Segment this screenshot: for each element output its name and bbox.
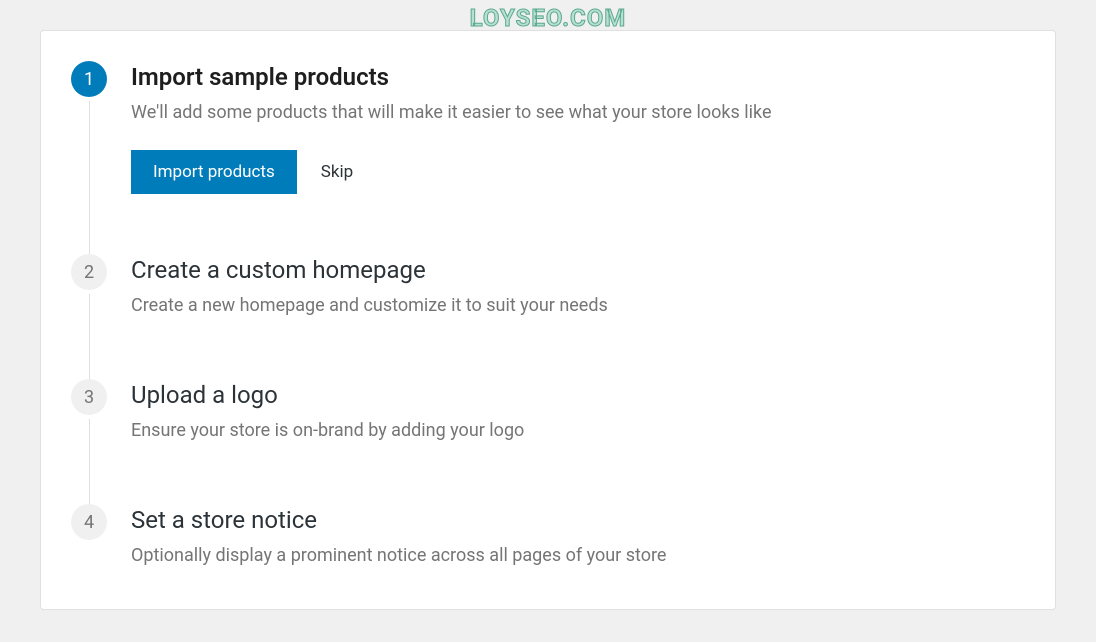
step-description: We'll add some products that will make i… xyxy=(131,99,1025,126)
step-description: Create a new homepage and customize it t… xyxy=(131,292,1025,319)
setup-card: 1 Import sample products We'll add some … xyxy=(40,30,1056,610)
step-number-badge: 1 xyxy=(71,61,107,97)
step-title: Create a custom homepage xyxy=(131,256,1025,284)
step-description: Ensure your store is on-brand by adding … xyxy=(131,417,1025,444)
step-import-products: 1 Import sample products We'll add some … xyxy=(71,61,1025,254)
step-number-badge: 2 xyxy=(71,254,107,290)
step-store-notice: 4 Set a store notice Optionally display … xyxy=(71,504,1025,569)
step-description: Optionally display a prominent notice ac… xyxy=(131,542,1025,569)
step-actions: Import products Skip xyxy=(131,150,1025,194)
step-number-badge: 3 xyxy=(71,379,107,415)
step-content: Import sample products We'll add some pr… xyxy=(131,61,1025,194)
watermark-text: LOYSEO.COM xyxy=(470,4,627,32)
step-upload-logo: 3 Upload a logo Ensure your store is on-… xyxy=(71,379,1025,504)
step-content: Set a store notice Optionally display a … xyxy=(131,504,1025,569)
step-title: Import sample products xyxy=(131,63,1025,91)
skip-button[interactable]: Skip xyxy=(321,162,353,182)
steps-list: 1 Import sample products We'll add some … xyxy=(71,61,1025,569)
step-title: Upload a logo xyxy=(131,381,1025,409)
step-create-homepage: 2 Create a custom homepage Create a new … xyxy=(71,254,1025,379)
step-content: Create a custom homepage Create a new ho… xyxy=(131,254,1025,319)
step-title: Set a store notice xyxy=(131,506,1025,534)
step-number-badge: 4 xyxy=(71,504,107,540)
step-content: Upload a logo Ensure your store is on-br… xyxy=(131,379,1025,444)
import-products-button[interactable]: Import products xyxy=(131,150,297,194)
